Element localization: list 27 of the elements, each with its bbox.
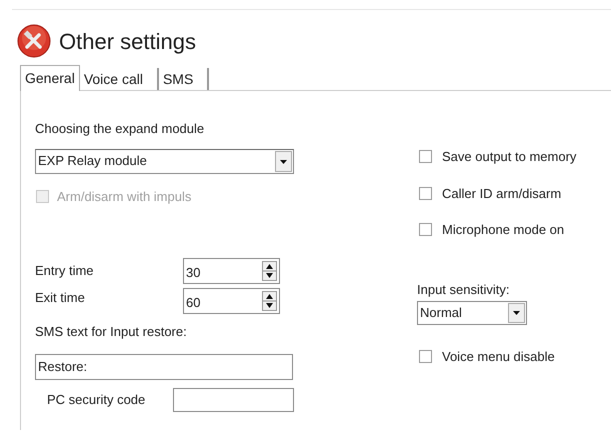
field-label: PC security code: [47, 390, 146, 409]
checkbox[interactable]: [419, 186, 432, 200]
field-label: Input sensitivity:: [417, 280, 510, 299]
spinner-arrows-icon: [262, 261, 277, 281]
caret-icon: [275, 150, 292, 172]
field-label: SMS text for Input restore:: [35, 323, 188, 341]
field-label: Choosing the expand module: [35, 120, 206, 138]
input-field[interactable]: [173, 388, 294, 412]
input-field[interactable]: Restore:: [35, 354, 293, 380]
checkbox-label: Caller ID arm/disarm: [442, 184, 562, 202]
checkbox-label: Voice menu disable: [442, 348, 555, 366]
entry-time-spinner[interactable]: 30: [183, 258, 280, 284]
exit-time-spinner[interactable]: 60: [183, 288, 280, 314]
sensitivity-dropdown[interactable]: Normal: [417, 301, 527, 325]
checkbox[interactable]: [419, 150, 432, 164]
checkbox-label: Save output to memory: [442, 148, 576, 166]
checkbox-label: Microphone mode on: [442, 221, 564, 239]
caret-icon: [508, 303, 525, 323]
field-label: Entry time: [35, 262, 95, 280]
checkbox[interactable]: [419, 223, 432, 236]
module-dropdown[interactable]: EXP Relay module: [35, 148, 294, 174]
tab[interactable]: General: [20, 65, 80, 91]
field-label: Exit time: [35, 289, 86, 308]
window-title: Other settings: [59, 28, 196, 56]
checkbox[interactable]: [419, 350, 432, 364]
checkbox-label: Arm/disarm with impuls: [57, 188, 192, 206]
spinner-arrows-icon: [262, 291, 277, 311]
